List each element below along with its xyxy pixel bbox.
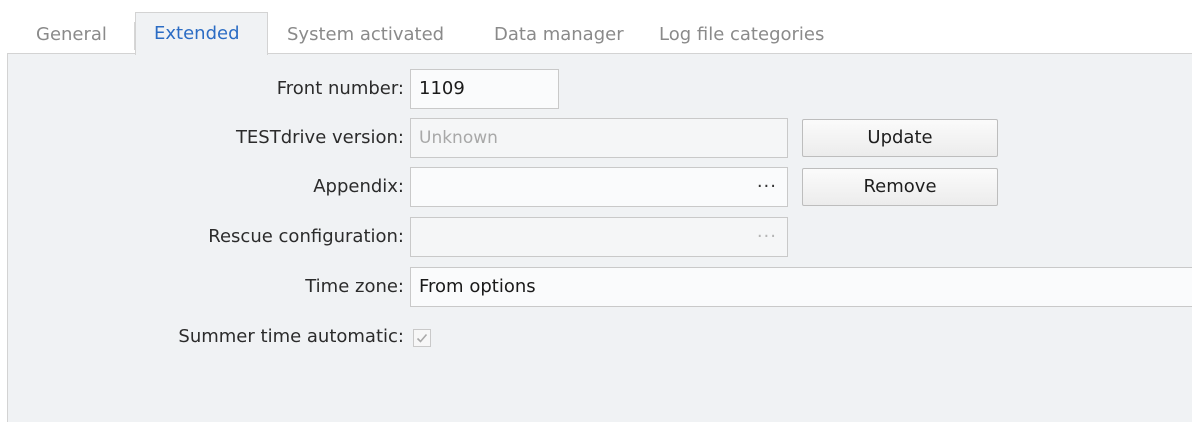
- rescue-configuration-browse-button: ···: [756, 226, 777, 247]
- appendix-browse-button[interactable]: ···: [757, 168, 777, 206]
- tab-general[interactable]: General: [36, 20, 107, 54]
- front-number-field[interactable]: 1109: [410, 69, 559, 109]
- time-zone-select[interactable]: From options: [410, 267, 1192, 307]
- tab-strip: General Extended System activated Data m…: [0, 0, 1192, 55]
- front-number-label: Front number:: [276, 78, 404, 99]
- appendix-label: Appendix:: [313, 176, 404, 197]
- extended-tab-panel: Front number: 1109 TESTdrive version: Un…: [7, 53, 1192, 422]
- tab-data-manager[interactable]: Data manager: [494, 20, 624, 54]
- rescue-configuration-label: Rescue configuration:: [208, 226, 404, 247]
- remove-button[interactable]: Remove: [802, 168, 998, 206]
- tab-extended[interactable]: Extended: [135, 12, 268, 55]
- summer-time-automatic-label: Summer time automatic:: [178, 326, 404, 347]
- testdrive-version-field: Unknown: [410, 118, 788, 158]
- tab-log-file-categories[interactable]: Log file categories: [659, 20, 824, 54]
- tab-system-activated[interactable]: System activated: [287, 20, 444, 54]
- extended-settings-window: General Extended System activated Data m…: [0, 0, 1192, 422]
- rescue-configuration-field: ···: [410, 217, 788, 257]
- appendix-field[interactable]: ···: [410, 167, 788, 207]
- summer-time-automatic-checkbox: [413, 329, 431, 347]
- time-zone-label: Time zone:: [305, 276, 404, 297]
- checkmark-icon: [416, 333, 428, 343]
- update-button[interactable]: Update: [802, 119, 998, 157]
- testdrive-version-label: TESTdrive version:: [235, 127, 404, 148]
